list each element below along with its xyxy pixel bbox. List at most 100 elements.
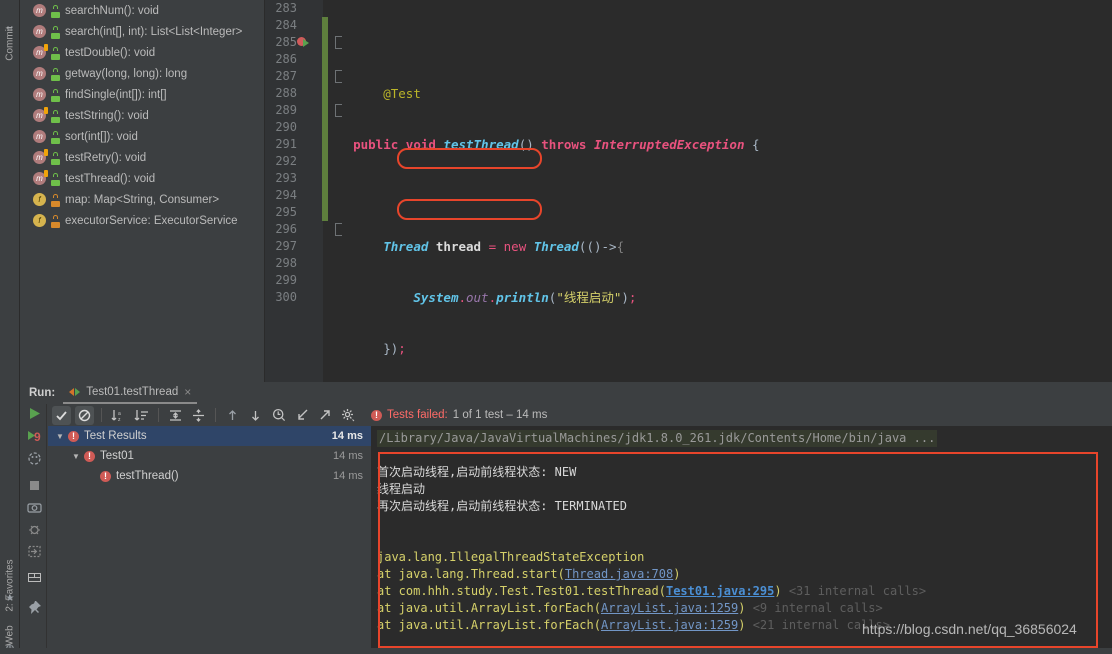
history-icon[interactable] <box>269 406 288 425</box>
debug-icon[interactable] <box>27 522 42 537</box>
annotation-box-start-2 <box>397 199 542 220</box>
structure-item[interactable]: f executorService: ExecutorService <box>21 210 264 231</box>
test-tree-row[interactable]: ! testThread() 14 ms <box>48 466 371 486</box>
structure-item-label: testRetry(): void <box>65 151 147 164</box>
run-tab-title: Test01.testThread <box>86 386 179 398</box>
close-icon[interactable]: × <box>184 385 191 399</box>
svg-text:z: z <box>118 417 121 422</box>
structure-item[interactable]: f map: Map<String, Consumer> <box>21 189 264 210</box>
test-duration: 14 ms <box>333 470 363 482</box>
expand-all-icon[interactable] <box>166 406 185 425</box>
stack-frame-suffix: ) <box>673 567 681 581</box>
test-tree-row[interactable]: ▼! Test01 14 ms <box>48 446 371 466</box>
pin-icon[interactable] <box>27 600 42 615</box>
test-results-tree[interactable]: ▼! Test Results 14 ms ▼! Test01 14 ms! testThr… <box>48 426 371 654</box>
show-passed-toggle[interactable] <box>52 405 71 425</box>
structure-item[interactable]: m sort(int[]): void <box>21 126 264 147</box>
settings-gear-icon[interactable] <box>338 406 357 425</box>
test-tree-row[interactable]: ▼! Test Results 14 ms <box>48 426 371 446</box>
stack-frame-link[interactable]: Thread.java:708 <box>565 567 673 581</box>
run-side-toolbar: 9 <box>21 404 47 654</box>
rerun-failed-icon[interactable]: 9 <box>27 428 42 444</box>
stack-trace-line: at java.util.ArrayList.forEach(ArrayList… <box>377 600 1112 617</box>
line-number: 292 <box>275 154 297 168</box>
structure-item[interactable]: m testDouble(): void <box>21 42 264 63</box>
code-line: Thread thread = new Thread(()->{ <box>383 239 625 254</box>
stack-frame-text: at java.lang.Thread.start( <box>377 567 565 581</box>
line-number: 290 <box>275 120 297 134</box>
method-icon: m <box>33 88 46 101</box>
chevron-down-icon[interactable]: ▼ <box>54 432 66 441</box>
rail-item-commit[interactable]: Commit <box>5 14 16 74</box>
stack-frame-link[interactable]: Test01.java:295 <box>666 584 774 598</box>
export-tests-icon[interactable] <box>315 406 334 425</box>
run-test-gutter-icon[interactable] <box>297 36 309 48</box>
code-line: }); <box>383 341 406 356</box>
test-failed-icon: ! <box>100 470 111 482</box>
structure-item[interactable]: m search(int[], int): List<List<Integer> <box>21 21 264 42</box>
structure-item[interactable]: m testThread(): void <box>21 168 264 189</box>
line-number: 298 <box>275 256 297 270</box>
structure-item-label: findSingle(int[]): int[] <box>65 88 167 101</box>
collapse-all-icon[interactable] <box>189 406 208 425</box>
stack-frame-link[interactable]: ArrayList.java:1259 <box>601 601 738 615</box>
rerun-icon[interactable] <box>27 406 42 421</box>
watermark: https://blog.csdn.net/qq_36856024 <box>862 621 1077 637</box>
screenshot-icon[interactable] <box>27 500 42 515</box>
stack-frame-link[interactable]: ArrayList.java:1259 <box>601 618 738 632</box>
line-number: 295 <box>275 205 297 219</box>
dump-threads-icon[interactable] <box>27 544 42 559</box>
structure-item[interactable]: m testRetry(): void <box>21 147 264 168</box>
line-number: 294 <box>275 188 297 202</box>
sort-alphabetically-icon[interactable]: az <box>109 406 128 425</box>
line-number: 285 <box>275 35 297 49</box>
method-icon: m <box>33 44 48 59</box>
code-line: @Test <box>383 86 421 101</box>
code-editor[interactable]: 283 284 285 286 287 288 289 290 291 292 293 294 295 2… <box>265 0 1112 382</box>
editor-text[interactable]: @Test public void testThread() throws In… <box>323 0 1112 382</box>
structure-item[interactable]: m getway(long, long): long <box>21 63 264 84</box>
structure-item[interactable]: m testString(): void <box>21 105 264 126</box>
stack-internal-calls: <31 internal calls> <box>781 584 927 598</box>
field-icon: f <box>33 214 46 227</box>
next-failed-icon[interactable] <box>246 406 265 425</box>
run-tool-window: Run: Test01.testThread × 9 a z ! Tests f… <box>21 382 1112 654</box>
line-number: 296 <box>275 222 297 236</box>
test-failed-icon: ! <box>68 430 79 442</box>
field-icon: f <box>33 193 46 206</box>
line-number: 291 <box>275 137 297 151</box>
test-duration: 14 ms <box>333 450 363 462</box>
stack-frame-text: at com.hhh.study.Test.Test01.testThread( <box>377 584 666 598</box>
stop-icon[interactable] <box>27 478 42 493</box>
stack-internal-calls: <9 internal calls> <box>745 601 883 615</box>
show-ignored-toggle[interactable] <box>75 405 94 425</box>
import-tests-icon[interactable] <box>292 406 311 425</box>
run-tab-bar: Run: Test01.testThread × <box>21 382 1112 404</box>
structure-item[interactable]: m findSingle(int[]): int[] <box>21 84 264 105</box>
method-icon: m <box>33 149 48 164</box>
console-output[interactable]: /Library/Java/JavaVirtualMachines/jdk1.8… <box>371 426 1112 654</box>
test-results-toolbar: az <box>48 404 1112 426</box>
method-icon: m <box>33 130 46 143</box>
code-line: System.out.println("线程启动"); <box>413 290 637 305</box>
structure-panel: m searchNum(): void m search(int[], int): L… <box>21 0 265 382</box>
test-run-icon <box>69 387 81 398</box>
toggle-auto-test-icon[interactable] <box>27 451 42 466</box>
console-command-line: /Library/Java/JavaVirtualMachines/jdk1.8… <box>377 430 938 447</box>
run-tab[interactable]: Test01.testThread × <box>63 382 198 404</box>
public-lock-icon <box>51 5 60 18</box>
test-status-detail: 1 of 1 test – 14 ms <box>452 409 548 421</box>
sort-by-duration-icon[interactable] <box>132 406 151 425</box>
stack-frame-text: at java.util.ArrayList.forEach( <box>377 618 601 632</box>
test-status-line: ! Tests failed: 1 of 1 test – 14 ms <box>371 404 547 426</box>
line-number: 299 <box>275 273 297 287</box>
stack-trace-line: at java.lang.Thread.start(Thread.java:70… <box>377 566 1112 583</box>
editor-gutter[interactable]: 283 284 285 286 287 288 289 290 291 292 293 294 295 2… <box>265 0 328 382</box>
structure-item[interactable]: m searchNum(): void <box>21 0 264 21</box>
chevron-down-icon[interactable]: ▼ <box>70 452 82 461</box>
stack-trace-line: at com.hhh.study.Test.Test01.testThread(… <box>377 583 1112 600</box>
layout-icon[interactable] <box>27 570 42 585</box>
previous-failed-icon[interactable] <box>223 406 242 425</box>
line-number: 293 <box>275 171 297 185</box>
